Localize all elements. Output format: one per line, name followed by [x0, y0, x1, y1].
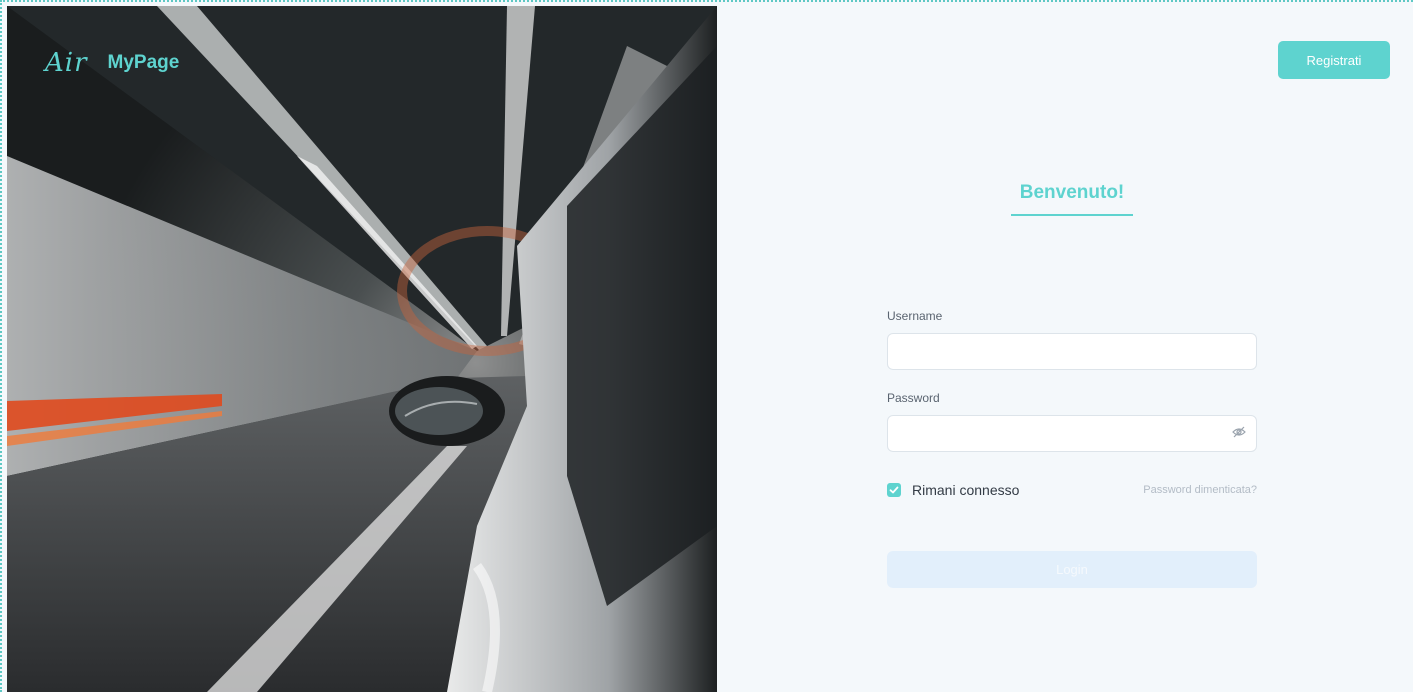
eye-off-icon[interactable] — [1231, 424, 1247, 440]
frame-border-left — [0, 0, 2, 692]
username-label: Username — [887, 309, 943, 323]
password-input[interactable] — [887, 415, 1257, 452]
tunnel-car-photo — [7, 6, 717, 692]
check-icon — [889, 486, 899, 494]
frame-border-top — [0, 0, 1413, 2]
forgot-password-link[interactable]: Password dimenticata? — [1143, 484, 1257, 496]
remember-me[interactable]: Rimani connesso — [887, 482, 1019, 498]
login-button[interactable]: Login — [887, 551, 1257, 588]
username-input[interactable] — [887, 333, 1257, 370]
password-label: Password — [887, 391, 940, 405]
register-button[interactable]: Registrati — [1278, 41, 1390, 79]
brand-name: MyPage — [107, 52, 180, 73]
remember-checkbox[interactable] — [887, 483, 901, 497]
hero-image: Air MyPage — [7, 6, 717, 692]
remember-label: Rimani connesso — [912, 482, 1020, 498]
air-logo: Air — [45, 48, 88, 78]
login-panel: Registrati Benvenuto! Username Password … — [717, 6, 1413, 692]
welcome-title: Benvenuto! — [1011, 182, 1133, 216]
brand[interactable]: Air MyPage — [45, 48, 179, 78]
